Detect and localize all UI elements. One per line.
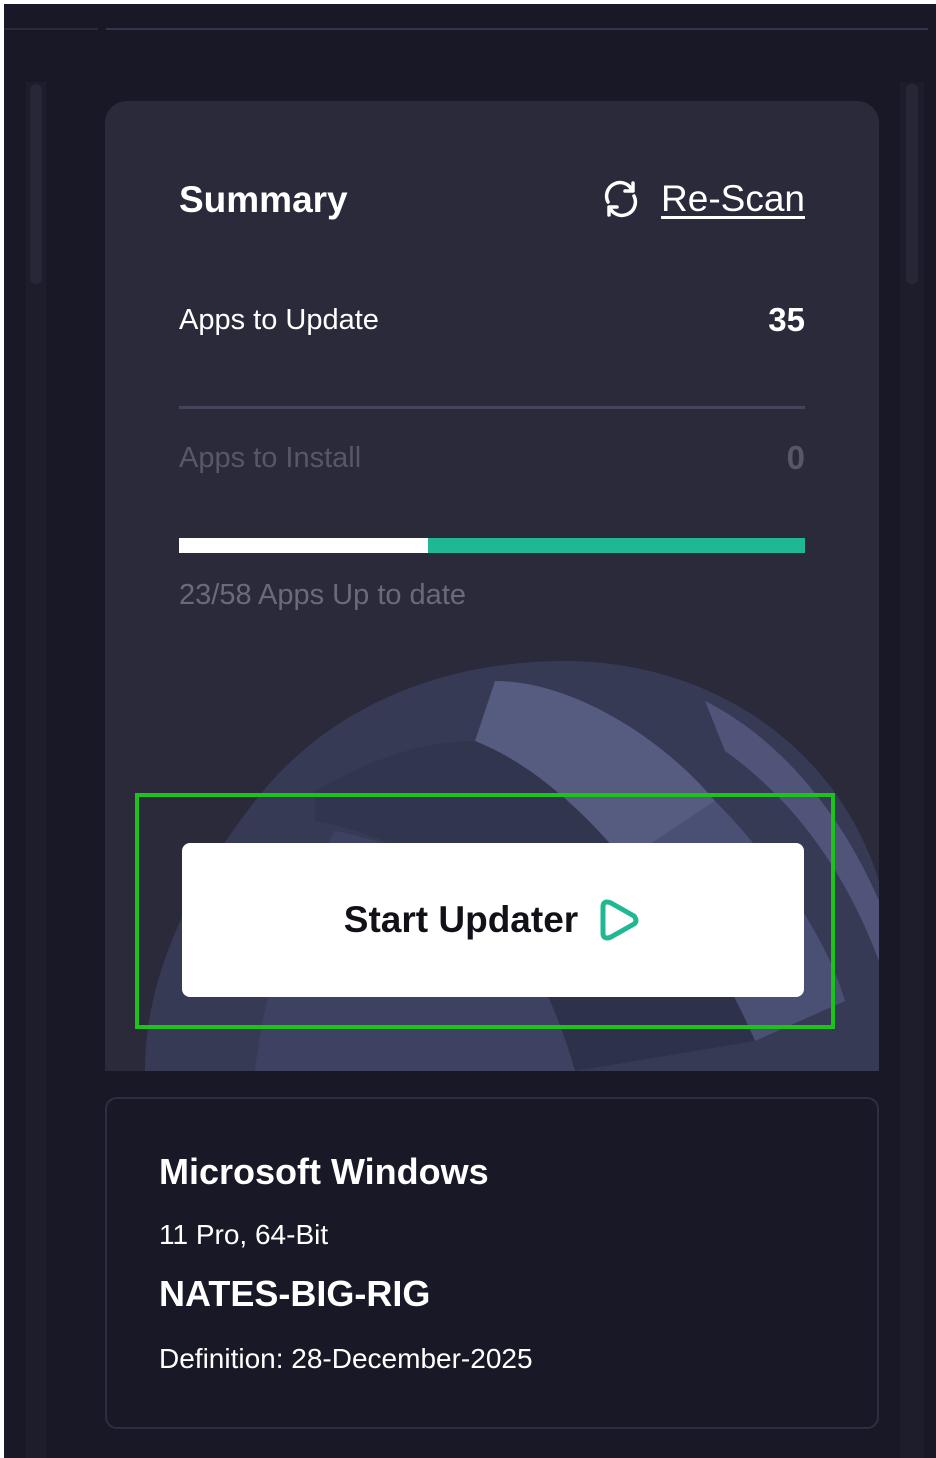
rescan-label[interactable]: Re-Scan: [661, 178, 805, 220]
rescan-button[interactable]: Re-Scan: [599, 177, 805, 221]
os-name: Microsoft Windows: [159, 1151, 489, 1192]
tab-divider-right: [106, 28, 928, 30]
progress-status-text: 23/58 Apps Up to date: [179, 579, 466, 611]
left-scrollbar-thumb[interactable]: [30, 84, 42, 284]
summary-divider: [179, 406, 805, 409]
apps-to-update-count: 35: [768, 301, 805, 338]
definition-date: Definition: 28-December-2025: [159, 1343, 533, 1374]
right-scrollbar[interactable]: [900, 82, 924, 1458]
refresh-icon: [604, 180, 638, 218]
host-name: NATES-BIG-RIG: [159, 1273, 431, 1314]
apps-to-install-row: Apps to Install 0: [179, 439, 805, 477]
summary-title: Summary: [179, 179, 348, 220]
play-icon: [600, 899, 639, 941]
updater-app: Summary Re-Scan Apps to Update 35 Apps t…: [4, 4, 936, 1458]
apps-to-install-label: Apps to Install: [179, 441, 362, 474]
os-version: 11 Pro, 64-Bit: [159, 1219, 329, 1250]
apps-to-update-row: Apps to Update 35: [179, 301, 805, 339]
apps-to-install-count: 0: [786, 439, 805, 476]
system-info-card: Microsoft Windows 11 Pro, 64-Bit NATES-B…: [105, 1097, 879, 1429]
apps-to-update-label: Apps to Update: [179, 303, 379, 336]
start-updater-label: Start Updater: [343, 899, 579, 940]
summary-card: Summary Re-Scan Apps to Update 35 Apps t…: [105, 101, 879, 1071]
left-scrollbar[interactable]: [26, 82, 46, 1458]
right-scrollbar-thumb[interactable]: [906, 84, 918, 284]
update-progress-bar: [179, 538, 805, 553]
update-progress-fill: [179, 538, 428, 553]
start-updater-button[interactable]: Start Updater: [182, 843, 804, 997]
tab-divider-left: [4, 28, 98, 30]
